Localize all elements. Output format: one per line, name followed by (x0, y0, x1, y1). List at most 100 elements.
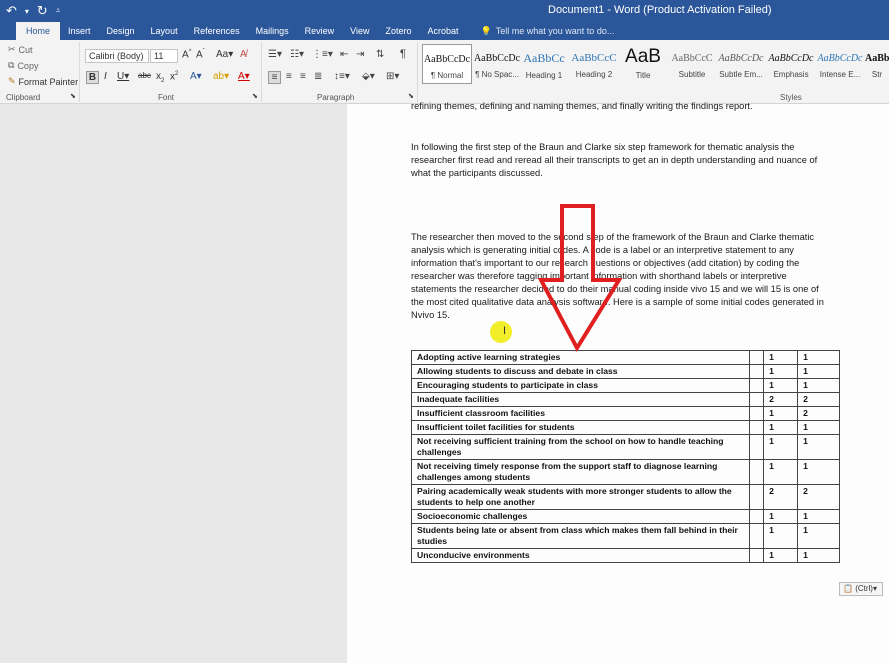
table-row[interactable]: Insufficient classroom facilities 1 2 (410, 406, 840, 421)
table-row[interactable]: Students being late or absent from class… (410, 523, 840, 549)
font-color-icon[interactable]: A▾ (238, 71, 250, 82)
empty-cell[interactable] (749, 420, 765, 435)
code-cell[interactable]: Unconducive environments (410, 548, 751, 563)
bullets-icon[interactable]: ☰▾ (268, 49, 282, 60)
files-count-cell[interactable]: 1 (763, 523, 799, 549)
tab-home[interactable]: Home (16, 22, 61, 40)
files-count-cell[interactable]: 2 (763, 484, 799, 510)
highlight-color-icon[interactable]: ab▾ (213, 71, 229, 82)
align-left-icon[interactable]: ≡ (268, 71, 281, 84)
font-launcher-icon[interactable]: ⬊ (252, 92, 258, 100)
code-cell[interactable]: Socioeconomic challenges (410, 509, 751, 524)
cut-button[interactable]: ✂ Cut (8, 44, 33, 55)
text-effects-icon[interactable]: A▾ (190, 71, 202, 82)
empty-cell[interactable] (749, 392, 765, 407)
sort-icon[interactable]: ⇅ (376, 49, 384, 60)
change-case-icon[interactable]: Aa▾ (216, 49, 233, 60)
files-count-cell[interactable]: 1 (763, 406, 799, 421)
paragraph-launcher-icon[interactable]: ⬊ (408, 92, 414, 100)
clear-formatting-icon[interactable]: A̸ (240, 49, 247, 60)
empty-cell[interactable] (749, 378, 765, 393)
empty-cell[interactable] (749, 434, 765, 460)
files-count-cell[interactable]: 1 (763, 350, 799, 365)
references-count-cell[interactable]: 1 (797, 548, 840, 563)
table-row[interactable]: Not receiving sufficient training from t… (410, 434, 840, 460)
tab-zotero[interactable]: Zotero (378, 22, 420, 40)
style-subtitle[interactable]: AaBbCcC Subtitle (667, 44, 717, 84)
files-count-cell[interactable]: 1 (763, 364, 799, 379)
style-heading-1[interactable]: AaBbCc Heading 1 (519, 44, 569, 84)
code-cell[interactable]: Not receiving sufficient training from t… (410, 434, 751, 460)
subscript-icon[interactable]: x2 (156, 71, 164, 84)
table-row[interactable]: Unconducive environments 1 1 (410, 548, 840, 563)
code-cell[interactable]: Not receiving timely response from the s… (410, 459, 751, 485)
copy-button[interactable]: ⧉ Copy (8, 60, 38, 71)
references-count-cell[interactable]: 1 (797, 364, 840, 379)
tab-design[interactable]: Design (99, 22, 143, 40)
style-strong[interactable]: AaBbCcDc Str (865, 44, 889, 84)
empty-cell[interactable] (749, 350, 765, 365)
code-cell[interactable]: Students being late or absent from class… (410, 523, 751, 549)
shading-icon[interactable]: ⬙▾ (362, 71, 375, 82)
files-count-cell[interactable]: 1 (763, 548, 799, 563)
align-right-icon[interactable]: ≡ (300, 71, 306, 82)
grow-font-icon[interactable]: A^ (182, 49, 192, 60)
empty-cell[interactable] (749, 406, 765, 421)
decrease-indent-icon[interactable]: ⇤ (340, 49, 348, 60)
references-count-cell[interactable]: 2 (797, 392, 840, 407)
references-count-cell[interactable]: 1 (797, 350, 840, 365)
codes-table[interactable]: Adopting active learning strategies 1 1 All… (410, 350, 840, 563)
shrink-font-icon[interactable]: Aˇ (196, 49, 205, 60)
superscript-icon[interactable]: x2 (170, 71, 178, 82)
empty-cell[interactable] (749, 459, 765, 485)
references-count-cell[interactable]: 1 (797, 420, 840, 435)
references-count-cell[interactable]: 1 (797, 459, 840, 485)
tab-layout[interactable]: Layout (143, 22, 186, 40)
multilevel-list-icon[interactable]: ⋮≡▾ (312, 49, 333, 60)
files-count-cell[interactable]: 1 (763, 509, 799, 524)
files-count-cell[interactable]: 1 (763, 420, 799, 435)
empty-cell[interactable] (749, 364, 765, 379)
empty-cell[interactable] (749, 509, 765, 524)
undo-icon[interactable]: ↶ (6, 3, 17, 19)
files-count-cell[interactable]: 1 (763, 378, 799, 393)
strikethrough-icon[interactable]: abc (138, 71, 151, 80)
redo-icon[interactable]: ↻ (37, 3, 48, 19)
show-formatting-icon[interactable]: ¶ (400, 48, 406, 60)
style-no-spacing[interactable]: AaBbCcDc ¶ No Spac... (472, 44, 522, 84)
underline-icon[interactable]: U▾ (117, 71, 129, 82)
table-row[interactable]: Not receiving timely response from the s… (410, 459, 840, 485)
table-row[interactable]: Inadequate facilities 2 2 (410, 392, 840, 407)
files-count-cell[interactable]: 2 (763, 392, 799, 407)
empty-cell[interactable] (749, 484, 765, 510)
paragraph-1[interactable]: refining themes, defining and naming the… (411, 100, 826, 113)
references-count-cell[interactable]: 1 (797, 523, 840, 549)
code-cell[interactable]: Insufficient toilet facilities for stude… (410, 420, 751, 435)
format-painter-button[interactable]: ✎ Format Painter (8, 76, 78, 87)
justify-icon[interactable]: ≣ (314, 71, 322, 82)
table-row[interactable]: Encouraging students to participate in c… (410, 378, 840, 393)
increase-indent-icon[interactable]: ⇥ (356, 49, 364, 60)
align-center-icon[interactable]: ≡ (286, 71, 292, 82)
code-cell[interactable]: Encouraging students to participate in c… (410, 378, 751, 393)
references-count-cell[interactable]: 1 (797, 378, 840, 393)
line-spacing-icon[interactable]: ↕≡▾ (334, 71, 350, 82)
references-count-cell[interactable]: 2 (797, 406, 840, 421)
table-row[interactable]: Insufficient toilet facilities for stude… (410, 420, 840, 435)
tell-me-box[interactable]: 💡 Tell me what you want to do... (481, 22, 615, 40)
style-intense-emphasis[interactable]: AaBbCcDc Intense E... (815, 44, 865, 84)
customize-qat-icon[interactable]: ⩡ (56, 6, 61, 16)
clipboard-launcher-icon[interactable]: ⬊ (70, 92, 76, 100)
tab-references[interactable]: References (186, 22, 248, 40)
style-normal[interactable]: AaBbCcDc ¶ Normal (422, 44, 472, 84)
code-cell[interactable]: Allowing students to discuss and debate … (410, 364, 751, 379)
undo-dropdown-icon[interactable]: ▾ (25, 7, 29, 16)
paste-options-button[interactable]: 📋 (Ctrl)▾ (839, 582, 883, 596)
files-count-cell[interactable]: 1 (763, 459, 799, 485)
empty-cell[interactable] (749, 523, 765, 549)
table-row[interactable]: Pairing academically weak students with … (410, 484, 840, 510)
tab-insert[interactable]: Insert (60, 22, 99, 40)
paragraph-2[interactable]: In following the first step of the Braun… (411, 141, 826, 180)
code-cell[interactable]: Inadequate facilities (410, 392, 751, 407)
tab-view[interactable]: View (342, 22, 377, 40)
